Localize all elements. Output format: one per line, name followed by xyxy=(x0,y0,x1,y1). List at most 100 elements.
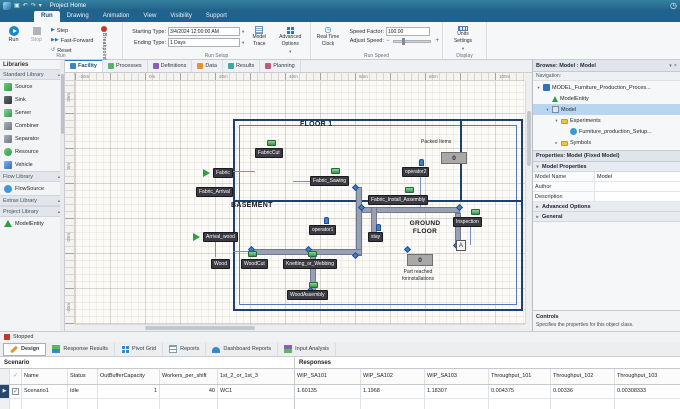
close-icon[interactable]: × xyxy=(674,63,677,69)
column-header-wip-sa101[interactable]: WIP_SA101 xyxy=(295,369,361,384)
step-button[interactable]: ▶ Step xyxy=(49,26,95,35)
save-icon[interactable]: ▣ xyxy=(14,3,20,9)
real-time-clock-button[interactable]: ◷ Real Time Clock xyxy=(314,24,342,48)
speed-plus-icon[interactable]: + xyxy=(435,38,439,44)
section-flow-library[interactable]: Flow Library▲ xyxy=(0,171,64,182)
expander-icon[interactable]: ▾ xyxy=(535,164,540,170)
property-row-description[interactable]: Description xyxy=(533,192,680,202)
library-item-separator[interactable]: Separator xyxy=(0,132,64,145)
tab-support[interactable]: Support xyxy=(199,11,234,22)
expander-icon[interactable]: ▾ xyxy=(536,85,541,91)
units-settings-button[interactable]: Units Settings ▾ xyxy=(446,24,480,51)
tab-run[interactable]: Run xyxy=(34,11,60,22)
column-header-wip-sa102[interactable]: WIP_SA102 xyxy=(361,369,425,384)
tab-pivot-grid[interactable]: Pivot Grid xyxy=(115,342,164,356)
property-category-advanced[interactable]: ▸ Advanced Options xyxy=(533,202,680,212)
property-category-model[interactable]: ▾ Model Properties xyxy=(533,162,680,172)
tab-project-home[interactable]: Project Home xyxy=(50,3,86,9)
worker-object-icon[interactable] xyxy=(376,224,381,231)
canvas-node-fabric[interactable]: Fabric xyxy=(213,168,233,178)
scenario-checkbox[interactable]: ✓ xyxy=(10,385,22,398)
scrollbar-thumb[interactable] xyxy=(60,74,64,134)
scenario-row[interactable]: ▶ ✓ Scenario1 Idle 1 40 WC1 1.60135 1.19… xyxy=(0,385,680,399)
expander-icon[interactable]: ▸ xyxy=(554,140,559,146)
tab-drawing[interactable]: Drawing xyxy=(60,11,96,22)
cell-name[interactable]: Scenario1 xyxy=(22,385,68,398)
run-button[interactable]: Run xyxy=(3,24,24,43)
starting-type-input[interactable] xyxy=(168,27,240,36)
canvas-node-fabriccut[interactable]: FabricCut xyxy=(255,148,283,158)
canvas-node-arrival-wood[interactable]: Arrival_wood xyxy=(203,232,238,242)
tab-animation[interactable]: Animation xyxy=(96,11,137,22)
redo-icon[interactable]: ↷ xyxy=(31,3,36,9)
canvas-node-stay[interactable]: stay xyxy=(368,232,384,242)
tab-data[interactable]: Data xyxy=(192,60,223,72)
expander-icon[interactable]: ▸ xyxy=(535,204,540,210)
canvas-horizontal-scrollbar[interactable] xyxy=(75,324,525,331)
clock-icon[interactable]: ◷ xyxy=(670,1,677,10)
quick-access-menu-icon[interactable]: ▾ xyxy=(39,3,42,9)
property-row-author[interactable]: Author xyxy=(533,182,680,192)
server-object-icon[interactable] xyxy=(405,187,414,193)
tree-item-experiment-setup[interactable]: Furniture_production_Setup... xyxy=(533,126,680,137)
path-sawing-to-basement[interactable] xyxy=(356,187,362,256)
stop-button[interactable]: Stop xyxy=(26,24,47,43)
checkbox-column-header[interactable]: ✓ xyxy=(10,369,22,384)
library-item-modelentity[interactable]: ModelEntity xyxy=(0,217,64,230)
scrollbar-thumb[interactable] xyxy=(527,111,531,166)
source-object-icon[interactable] xyxy=(193,233,200,241)
libraries-scrollbar[interactable] xyxy=(60,60,64,331)
section-project-library[interactable]: Project Library▲ xyxy=(0,206,64,217)
canvas-node-operator2[interactable]: operator2 xyxy=(402,167,430,177)
property-value[interactable] xyxy=(595,192,680,201)
section-standard-library[interactable]: Standard Library▲ xyxy=(0,69,64,80)
tab-dashboard-reports[interactable]: Dashboard Reports xyxy=(206,342,279,356)
server-object-icon[interactable] xyxy=(471,209,480,215)
fast-forward-button[interactable]: ▶▶ Fast-Forward xyxy=(49,36,95,45)
canvas-node-knetting-or-webbing[interactable]: Knetting_or_Webbing xyxy=(283,259,337,269)
column-header-wip-sa103[interactable]: WIP_SA103 xyxy=(425,369,489,384)
tab-reports[interactable]: Reports xyxy=(163,342,207,356)
tab-response-results[interactable]: Response Results xyxy=(46,342,115,356)
library-item-flowsource[interactable]: FlowSource xyxy=(0,182,64,195)
server-object-icon[interactable] xyxy=(308,251,317,257)
canvas-node-woodcut[interactable]: WoodCut xyxy=(241,259,268,269)
tab-definitions[interactable]: Definitions xyxy=(148,60,193,72)
server-object-icon[interactable] xyxy=(248,251,257,257)
tree-item-modelentity[interactable]: ModelEntity xyxy=(533,93,680,104)
model-trace-button[interactable]: Model Trace xyxy=(246,24,272,48)
tab-results[interactable]: Results xyxy=(223,60,261,72)
adjust-speed-slider[interactable] xyxy=(393,38,432,45)
column-header-throughput-102[interactable]: Throughput_102 xyxy=(551,369,615,384)
tree-item-model[interactable]: ▾ Model xyxy=(533,104,680,115)
scrollbar-thumb[interactable] xyxy=(145,326,255,330)
speed-minus-icon[interactable]: − xyxy=(386,38,390,44)
tab-view[interactable]: View xyxy=(136,11,163,22)
starting-type-dropdown-icon[interactable]: ▾ xyxy=(242,29,244,35)
column-header-throughput-103[interactable]: Throughput_103 xyxy=(615,369,680,384)
library-item-source[interactable]: Source xyxy=(0,80,64,93)
expander-icon[interactable]: ▾ xyxy=(554,118,559,124)
tab-processes[interactable]: Processes xyxy=(103,60,148,72)
active-row-marker[interactable]: ▶ xyxy=(0,385,10,398)
column-header-workers-per-shift[interactable]: Workers_per_shift xyxy=(160,369,218,384)
section-extras-library[interactable]: Extras Library▲ xyxy=(0,195,64,206)
column-header-status[interactable]: Status xyxy=(68,369,98,384)
column-header-1st-2-or-1st-3[interactable]: 1st_2_or_1st_3 xyxy=(218,369,295,384)
library-item-server[interactable]: Server xyxy=(0,106,64,119)
canvas-node-inspection[interactable]: Inspection xyxy=(453,217,482,227)
tree-item-project-root[interactable]: ▾ MODEL_Furniture_Production_Proces... xyxy=(533,82,680,93)
checked-checkbox-icon[interactable]: ✓ xyxy=(12,388,19,395)
column-header-name[interactable]: Name xyxy=(22,369,68,384)
cell-1st-2-or-1st-3[interactable]: WC1 xyxy=(218,385,295,398)
slider-thumb[interactable] xyxy=(402,38,406,45)
expander-icon[interactable]: ▾ xyxy=(545,107,550,113)
tab-design[interactable]: Design xyxy=(3,342,47,356)
cell-workers-per-shift[interactable]: 40 xyxy=(160,385,218,398)
tree-item-experiments[interactable]: ▾ Experiments xyxy=(533,115,680,126)
library-item-combiner[interactable]: Combiner xyxy=(0,119,64,132)
server-object-icon[interactable] xyxy=(267,140,276,146)
column-header-outbuffercapacity[interactable]: OutBufferCapacity xyxy=(98,369,160,384)
property-value[interactable] xyxy=(595,182,680,191)
property-value[interactable]: Model xyxy=(595,172,680,181)
